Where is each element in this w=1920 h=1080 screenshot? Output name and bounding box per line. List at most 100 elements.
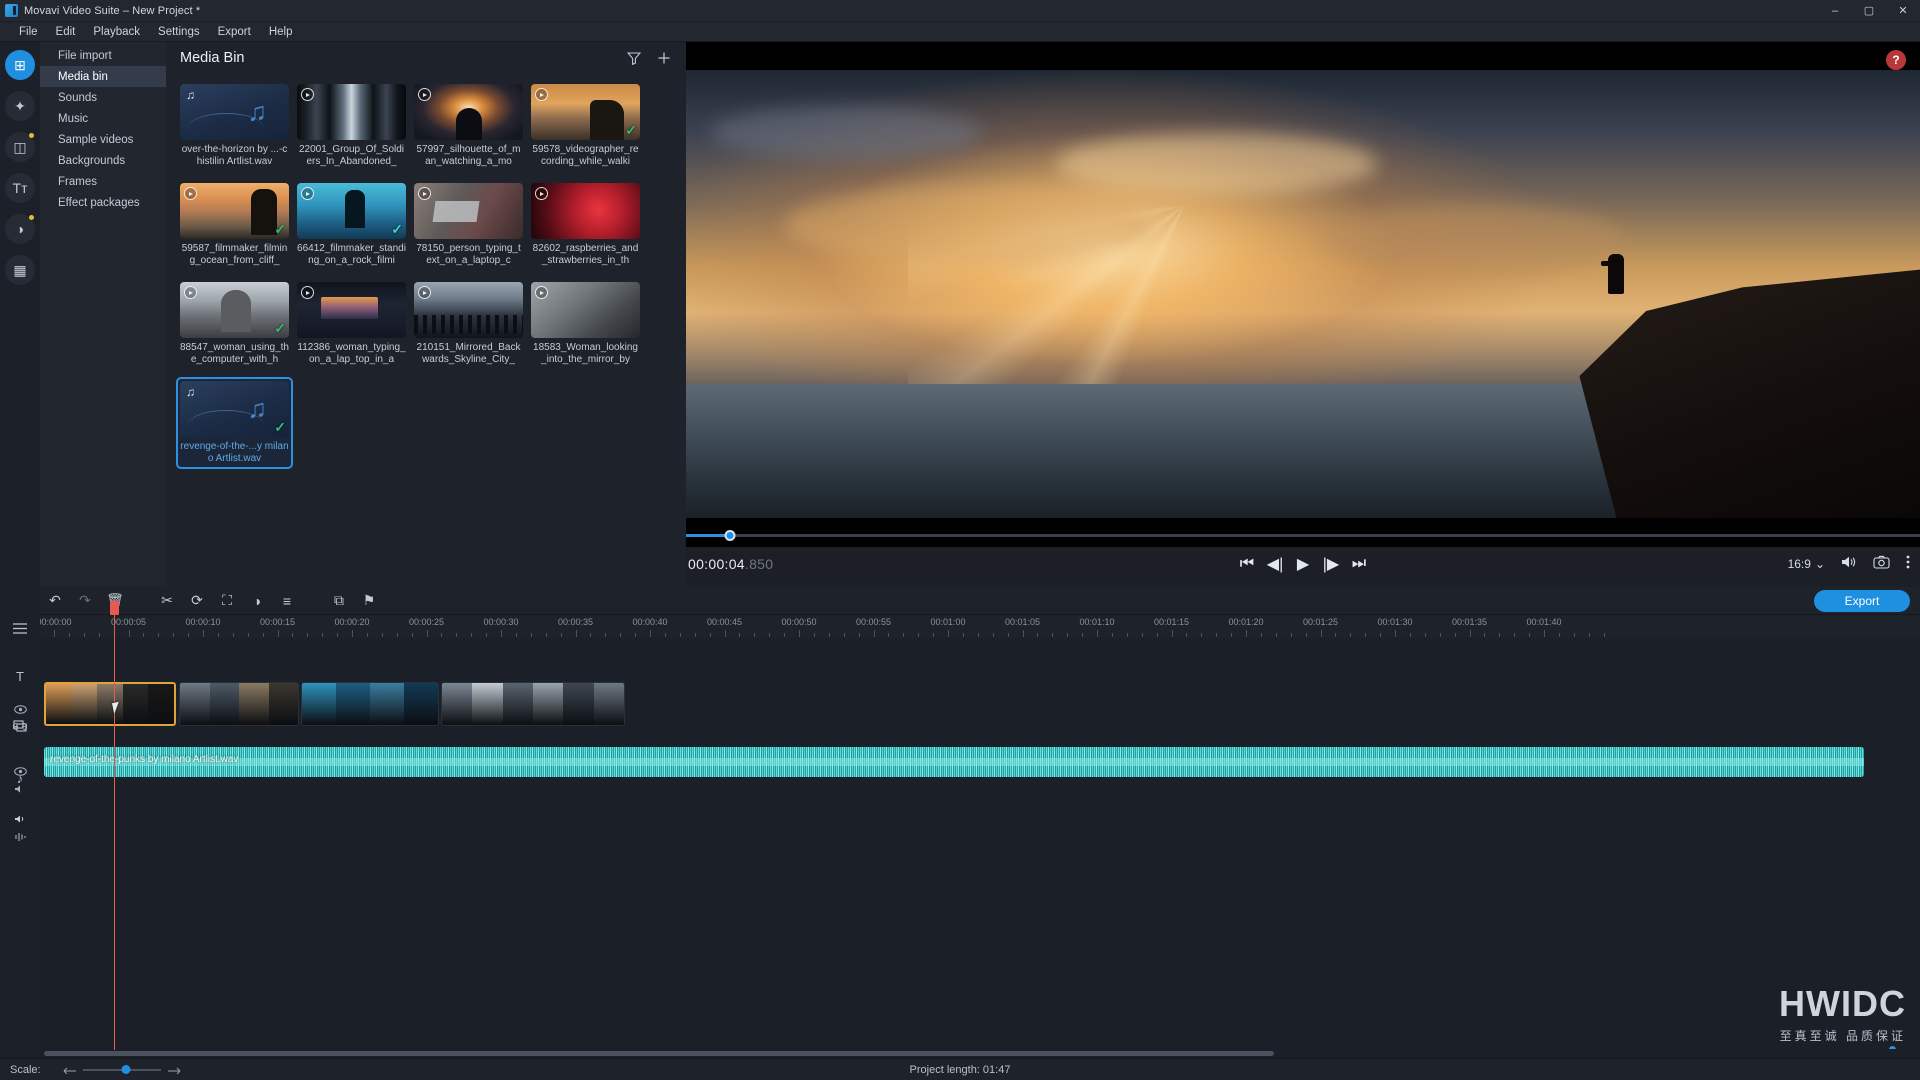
timeline-clip[interactable] (441, 682, 625, 726)
sidebar-item-frames[interactable]: Frames (40, 171, 166, 192)
zoom-in-icon[interactable] (167, 1061, 181, 1079)
timeline-clip[interactable] (179, 682, 299, 726)
ruler-tick-label: 00:00:30 (483, 617, 518, 627)
undo-button[interactable]: ↶ (40, 590, 70, 612)
redo-button[interactable]: ↷ (70, 590, 100, 612)
timeline-clip[interactable] (44, 682, 176, 726)
sidebar-item-backgrounds[interactable]: Backgrounds (40, 150, 166, 171)
media-item-label: 82602_raspberries_and_strawberries_in_th (531, 243, 640, 267)
menu-item-edit[interactable]: Edit (47, 24, 85, 40)
scale-slider[interactable] (63, 1061, 181, 1079)
eye-icon[interactable] (14, 767, 27, 779)
timeline-ruler[interactable]: 00:00:0000:00:0500:00:1000:00:1500:00:20… (40, 615, 1920, 637)
category-list: File importMedia binSounds Music Sample vi… (40, 42, 166, 587)
media-bin-item[interactable]: 57997_silhouette_of_man_watching_a_mo (410, 80, 527, 172)
playhead-handle[interactable] (110, 601, 119, 615)
text-titles-icon[interactable]: Tт (5, 173, 35, 203)
split-button[interactable]: ✂ (152, 590, 182, 612)
cloud-decor (1328, 204, 1624, 276)
media-bin-item[interactable]: 112386_woman_typing_on_a_lap_top_in_a (293, 278, 410, 370)
sidebar-item-sounds[interactable]: Sounds (40, 87, 166, 108)
clip-frame (404, 683, 438, 725)
seek-handle[interactable] (725, 530, 736, 541)
media-bin-item[interactable]: ✓59578_videographer_recording_while_walk… (527, 80, 644, 172)
crop-button[interactable]: ⛶ (212, 590, 242, 612)
next-frame-button[interactable]: |▶ (1323, 556, 1340, 572)
eye-icon[interactable] (14, 705, 27, 717)
media-bin-item[interactable]: 22001_Group_Of_Soldiers_In_Abandoned_ (293, 80, 410, 172)
sidebar-item-sample-videos[interactable]: Sample videos (40, 129, 166, 150)
close-button[interactable]: ✕ (1886, 0, 1920, 22)
media-item-label: 210151_Mirrored_Backwards_Skyline_City_ (414, 342, 523, 366)
waveform-icon[interactable] (14, 832, 27, 845)
ruler-tick-label: 00:01:40 (1526, 617, 1561, 627)
ruler-tick (1246, 630, 1247, 637)
kebab-menu-icon[interactable] (1906, 555, 1910, 572)
used-check-icon: ✓ (391, 221, 403, 238)
scale-track[interactable] (83, 1069, 161, 1071)
ruler-tick-label: 00:00:55 (856, 617, 891, 627)
plus-icon[interactable] (656, 50, 672, 66)
transitions-icon[interactable]: ◫ (5, 132, 35, 162)
scrollbar-thumb[interactable] (44, 1051, 1274, 1056)
color-adjust-button[interactable]: ◑ (242, 590, 272, 612)
timeline-horizontal-scrollbar[interactable] (40, 1049, 1920, 1058)
speaker-icon[interactable] (14, 814, 27, 827)
properties-button[interactable]: ≡ (272, 590, 302, 612)
sidebar-item-label: Music (58, 113, 88, 125)
media-bin-item[interactable]: 78150_person_typing_text_on_a_laptop_c (410, 179, 527, 271)
media-bin-item[interactable]: 82602_raspberries_and_strawberries_in_th (527, 179, 644, 271)
camera-icon[interactable] (1873, 555, 1890, 572)
filters-icon[interactable]: ◑ (5, 214, 35, 244)
play-circle-icon (301, 187, 314, 200)
sidebar-item-effect-packages[interactable]: Effect packages (40, 192, 166, 213)
add-media-icon[interactable]: ⊞ (5, 50, 35, 80)
rotate-button[interactable]: ⟳ (182, 590, 212, 612)
scale-handle[interactable] (122, 1065, 131, 1074)
skip-to-end-button[interactable]: ⏭ (1351, 556, 1368, 572)
help-question-icon[interactable]: ? (1886, 50, 1906, 70)
media-bin-item[interactable]: 210151_Mirrored_Backwards_Skyline_City_ (410, 278, 527, 370)
menu-item-settings[interactable]: Settings (149, 24, 209, 40)
track-list-icon[interactable] (0, 615, 40, 641)
marker-button[interactable]: ⚑ (354, 590, 384, 612)
used-check-icon: ✓ (274, 221, 286, 238)
media-bin-item[interactable]: over-the-horizon by ...-chistilin Artlis… (176, 80, 293, 172)
timeline-audio-clip[interactable]: revenge-of-the-punks by milano Artlist.w… (44, 747, 1864, 777)
timeline-clip[interactable] (301, 682, 439, 726)
menu-item-file[interactable]: File (10, 24, 47, 40)
media-bin-item[interactable]: ✓66412_filmmaker_standing_on_a_rock_film… (293, 179, 410, 271)
magic-wand-icon[interactable]: ✦ (5, 91, 35, 121)
media-thumbnail (414, 84, 523, 140)
menu-item-help[interactable]: Help (260, 24, 302, 40)
export-button[interactable]: Export (1814, 590, 1910, 612)
maximize-button[interactable]: ▢ (1852, 0, 1886, 22)
grid-more-icon[interactable]: ▦ (5, 255, 35, 285)
previous-frame-button[interactable]: ◀| (1267, 556, 1284, 572)
sidebar-item-music[interactable]: Music (40, 108, 166, 129)
media-bin-item[interactable]: ✓88547_woman_using_the_computer_with_h (176, 278, 293, 370)
speaker-icon[interactable] (14, 784, 26, 797)
media-bin-item[interactable]: ✓59587_filmmaker_filming_ocean_from_clif… (176, 179, 293, 271)
skip-to-start-button[interactable]: ⏮ (1239, 556, 1256, 572)
filter-icon[interactable] (626, 50, 642, 66)
speaker-icon[interactable] (1841, 555, 1857, 572)
clip-frame (336, 683, 370, 725)
media-bin-item[interactable]: ✓revenge-of-the-...y milano Artlist.wav (176, 377, 293, 469)
media-thumbnail: ✓ (180, 183, 289, 239)
menu-item-playback[interactable]: Playback (84, 24, 149, 40)
playhead[interactable] (114, 615, 115, 1050)
sidebar-item-file-import[interactable]: File import (40, 45, 166, 66)
play-button[interactable]: ▶ (1295, 556, 1312, 572)
minimize-button[interactable]: – (1818, 0, 1852, 22)
picture-in-picture-button[interactable]: ⧉ (324, 590, 354, 612)
menu-item-export[interactable]: Export (209, 24, 260, 40)
aspect-ratio-selector[interactable]: 16:9 ⌄ (1788, 557, 1825, 571)
sidebar-item-media-bin[interactable]: Media bin (40, 66, 166, 87)
media-bin-item[interactable]: 18583_Woman_looking_into_the_mirror_by (527, 278, 644, 370)
titles-track-icon[interactable]: T (0, 663, 40, 689)
ruler-tick-label: 00:01:10 (1079, 617, 1114, 627)
seek-bar[interactable] (686, 529, 1920, 541)
link-icon[interactable] (13, 722, 27, 734)
zoom-out-icon[interactable] (63, 1061, 77, 1079)
